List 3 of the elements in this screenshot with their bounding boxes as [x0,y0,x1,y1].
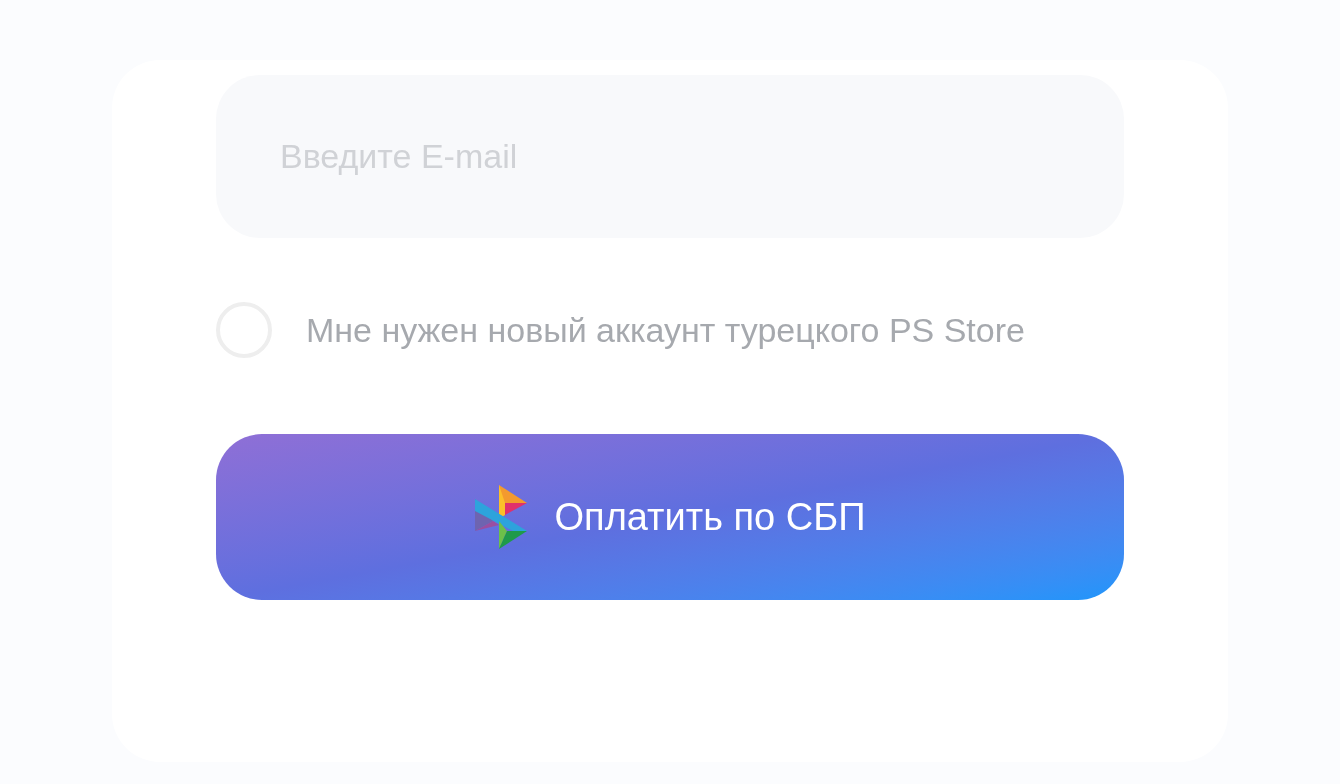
pay-button[interactable]: Оплатить по СБП [216,434,1124,600]
sbp-logo-icon [474,485,527,549]
option-label: Мне нужен новый аккаунт турецкого PS Store [306,310,1026,351]
